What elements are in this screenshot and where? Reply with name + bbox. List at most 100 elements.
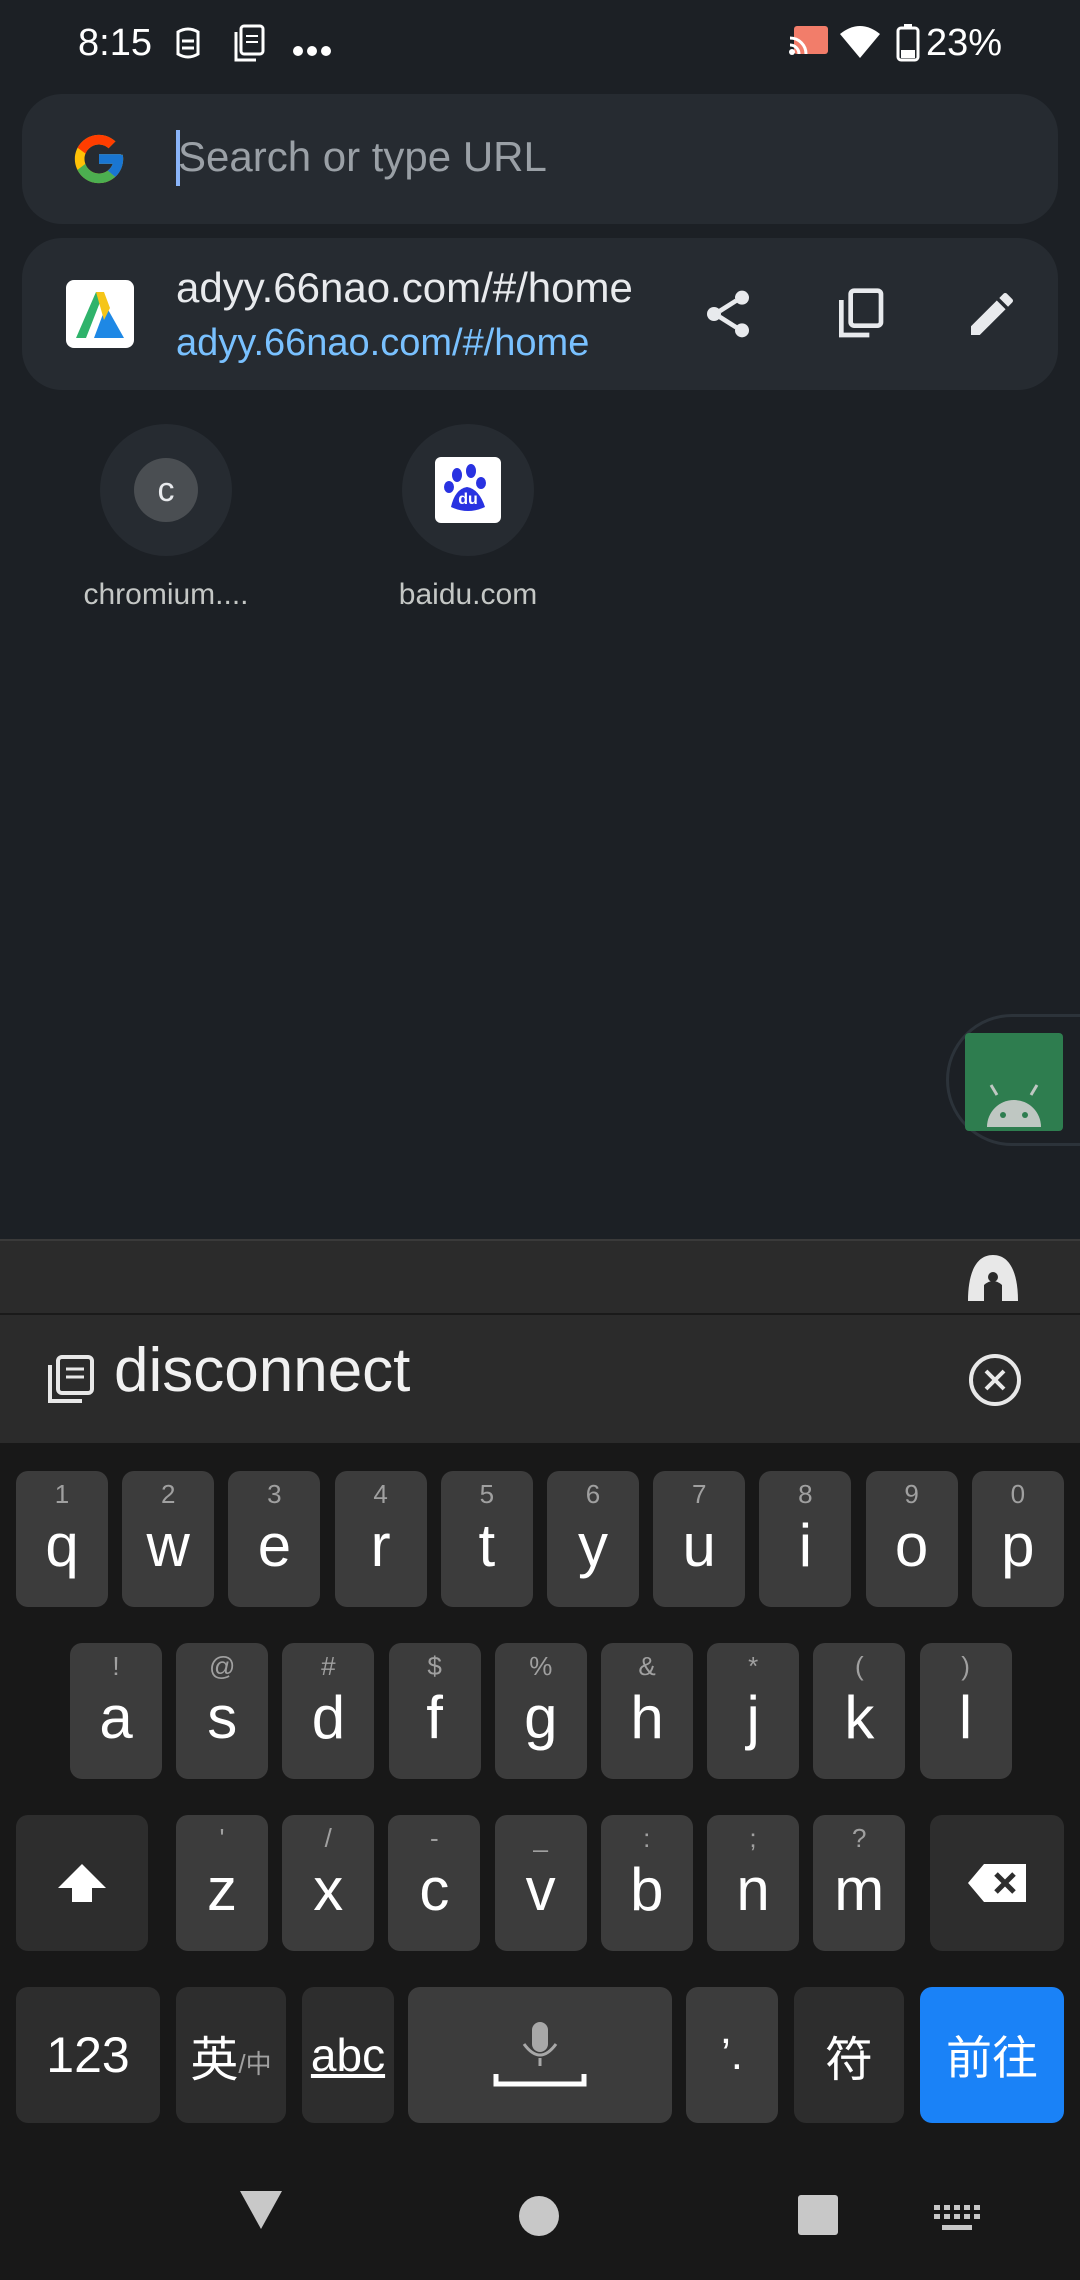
clipboard-url-suggestion[interactable]: adyy.66nao.com/#/home adyy.66nao.com/#/h… [22,238,1058,390]
status-time: 8:15 [78,22,152,64]
key-label: s [207,1683,238,1751]
key-c[interactable]: -c [388,1815,481,1951]
key-g[interactable]: % g [494,1643,587,1779]
key-e[interactable]: 3e [228,1471,321,1607]
keyboard: 1q2w3e4r5t6y7u8i9o0p ! a @ s # d $ f% g & h * j(k) l … [0,1443,1080,2163]
keyboard-toggle-icon[interactable] [934,2205,980,2240]
clipboard-text[interactable]: disconnect [114,1335,410,1406]
key-q[interactable]: 1q [16,1471,108,1607]
key-k[interactable]: (k [813,1643,906,1779]
search-input[interactable] [178,122,998,192]
suggestion-url: adyy.66nao.com/#/home [176,322,590,364]
key-u[interactable]: 7u [653,1471,746,1607]
key-l[interactable]: ) l [919,1643,1012,1779]
key-t[interactable]: 5t [440,1471,533,1607]
key-hint: 8 [798,1479,813,1509]
symbols-key[interactable]: 符 [794,1987,904,2123]
key-label: m [834,1855,885,1923]
key-m[interactable]: ? m [813,1815,906,1951]
clipboard-icon [46,1353,96,1410]
cast-icon [788,24,830,65]
key-i[interactable]: 8i [759,1471,852,1607]
key-label: c [419,1855,450,1923]
recents-icon[interactable] [798,2195,838,2240]
key-v[interactable]: _ v [494,1815,587,1951]
home-icon[interactable] [518,2195,560,2242]
key-label: j [746,1683,760,1751]
key-z[interactable]: ' z [176,1815,268,1951]
go-key-label: 前往 [946,2032,1038,2084]
key-hint: 2 [160,1479,176,1509]
baidu-icon-text: du [458,491,478,508]
backspace-icon [968,1864,1026,1902]
suggestion-title: adyy.66nao.com/#/home [176,264,633,311]
key-hint: ) [961,1651,970,1681]
key-n[interactable]: ; n [707,1815,799,1951]
copy-icon[interactable] [824,278,896,350]
key-j[interactable]: * j [707,1643,800,1779]
key-d[interactable]: # d [282,1643,375,1779]
punctuation-key-label: ’. [721,2030,743,2079]
omnibox[interactable] [22,94,1058,224]
symbols-key-label: 符 [824,2034,873,2087]
key-s[interactable]: @ s [176,1643,269,1779]
edit-icon[interactable] [956,278,1028,350]
key-hint: @ [208,1651,236,1681]
clipboard-suggestion-bar[interactable]: disconnect [0,1315,1080,1443]
key-label: u [682,1511,716,1579]
share-icon[interactable] [692,278,764,350]
wifi-icon [838,24,882,65]
key-label: i [798,1511,813,1579]
more-dots-icon [292,44,332,63]
tile-chromium[interactable]: c chromium.... [46,424,286,624]
key-b[interactable]: :b [600,1815,693,1951]
key-label: v [525,1855,556,1923]
key-hint: 4 [373,1479,388,1509]
key-label: y [578,1511,608,1579]
key-w[interactable]: 2w [122,1471,215,1607]
key-r[interactable]: 4r [334,1471,427,1607]
key-label: n [736,1855,770,1923]
key-label: w [146,1511,190,1579]
numbers-key[interactable]: 123 [16,1987,160,2123]
key-x[interactable]: / x [282,1815,375,1951]
key-f[interactable]: $ f [388,1643,481,1779]
go-key[interactable]: 前往 [920,1987,1064,2123]
language-switch-key[interactable]: 英/中 [176,1987,286,2123]
key-h[interactable]: & h [601,1643,693,1779]
key-hint: % [529,1651,553,1681]
abc-key[interactable]: abc [302,1987,394,2123]
tile-baidu[interactable]: du baidu.com [348,424,588,624]
tile-label: chromium.... [83,578,249,611]
floating-assistant-bubble[interactable] [946,1014,1080,1146]
battery-icon [896,24,920,67]
battery-percentage: 23% [925,22,1002,64]
incognito-icon[interactable] [962,1251,1024,1312]
key-hint: 6 [585,1479,601,1509]
key-o[interactable]: 9o [865,1471,958,1607]
key-hint: 5 [479,1479,495,1509]
key-label: o [894,1511,929,1579]
key-hint: ; [749,1823,757,1853]
key-label: p [1001,1511,1035,1579]
key-label: t [478,1511,496,1579]
key-hint: : [643,1823,651,1853]
key-hint: 9 [904,1479,919,1509]
google-icon [70,130,128,188]
shift-key[interactable] [16,1815,148,1951]
punctuation-key[interactable]: ’. [686,1987,778,2123]
microphone-icon [493,2022,587,2087]
key-label: l [958,1683,973,1751]
status-bar: 8:15 23% [0,0,1080,92]
close-icon[interactable] [968,1353,1022,1412]
key-label: q [45,1511,79,1579]
key-y[interactable]: 6y [547,1471,639,1607]
lang-main-label: 英 [190,2034,239,2087]
key-label: b [630,1855,664,1923]
key-p[interactable]: 0p [971,1471,1064,1607]
space-key[interactable] [408,1987,672,2123]
key-a[interactable]: ! a [70,1643,162,1779]
android-icon [965,1033,1063,1131]
backspace-key[interactable] [930,1815,1064,1951]
back-icon[interactable] [238,2189,284,2236]
